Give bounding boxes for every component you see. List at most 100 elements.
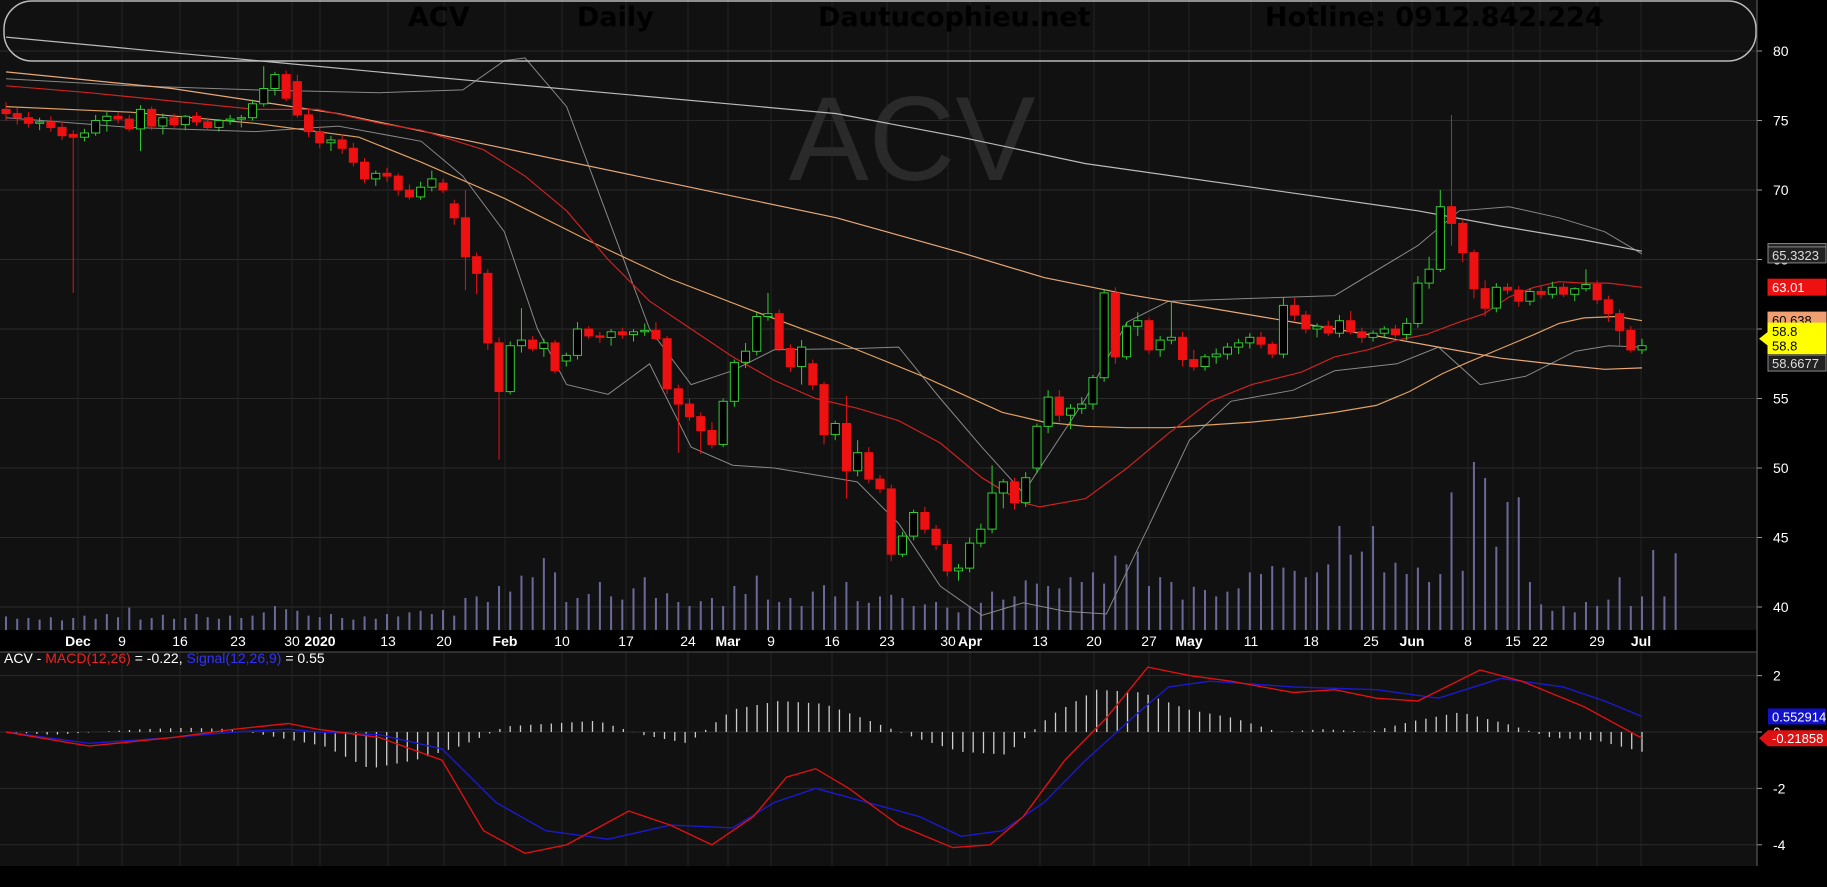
candle-body [550,342,560,372]
candle-body [1637,345,1647,351]
x-tick-label: Dec [65,633,91,649]
candle-body [1278,304,1289,355]
candle-body [528,339,538,349]
chart-window: 404550556065707580Dec916233020201320Feb1… [0,0,1827,882]
candle-body [68,133,78,138]
candle-body [841,423,852,472]
x-tick-label: Jun [1400,633,1425,649]
candle [1088,374,1098,410]
candle-body [449,203,459,219]
candle-body [404,189,414,198]
candle [1491,283,1501,313]
x-tick-label: 29 [1589,633,1605,649]
candle [752,312,762,356]
candle-body [696,416,706,432]
candle-body [46,121,56,129]
price-badge-text: 65.3323 [1772,248,1819,263]
macd-badge-text: -0.21858 [1772,731,1823,746]
candle-body [640,329,650,333]
candle-body [1256,336,1266,345]
candle-body [360,161,370,180]
price-badge-text: 58.6677 [1772,356,1819,371]
macd-legend-macd-value: = -0.22, [130,650,187,666]
candle-body [1346,320,1356,333]
candle-body [1010,481,1020,504]
candle-body [539,342,549,349]
candle-body [1469,252,1479,290]
x-tick-label: Mar [716,633,741,649]
x-tick-label: 20 [436,633,452,649]
candle-body [1144,320,1154,351]
candle-body [337,139,347,149]
candle-body [1088,377,1098,405]
candle-body [830,423,840,436]
price-chart[interactable]: 404550556065707580Dec916233020201320Feb1… [0,0,1827,882]
candle-body [1245,336,1255,344]
candle-body [1301,314,1311,330]
candle [1413,276,1423,328]
candle-body [1312,325,1322,330]
candle-body [270,74,280,89]
candle-body [1458,222,1468,254]
x-tick-label: 30 [284,633,300,649]
candle-body [1368,332,1378,338]
candle [819,381,829,445]
price-badge-text: 58.8 [1772,339,1797,354]
price-axis-label: 70 [1773,182,1789,198]
price-badge: 58.8 [1767,337,1827,355]
candle-body [505,345,515,393]
candle-body [853,452,863,472]
candle-body [248,103,258,119]
candle-body [1424,268,1434,284]
candle-body [1536,291,1546,295]
candle-body [315,131,325,144]
candle-body [864,452,874,480]
candle [897,531,908,557]
price-badge: 63.01 [1767,278,1827,296]
signal-badge: 0.552914 [1768,708,1826,725]
candle [281,70,291,102]
candle-body [1054,396,1064,416]
candle-body [23,117,33,124]
candle-body [102,115,112,122]
candle-body [662,338,672,390]
candle-body [752,316,762,352]
candle [774,309,784,352]
candle-body [393,175,403,191]
candle-body [595,335,605,338]
candle-body [584,328,594,337]
x-tick-label: 15 [1505,633,1521,649]
candle-body [1435,206,1445,270]
candle-body [1200,356,1210,367]
candle-body [774,313,784,350]
candle-body [1021,477,1031,504]
candle-body [1189,359,1199,368]
candle-body [124,118,134,130]
candle-body [113,115,123,120]
candle-body [1603,299,1613,315]
candle [1043,390,1053,434]
price-axis-label: 55 [1773,391,1789,407]
x-tick-label: 24 [680,633,696,649]
candle-body [1581,284,1591,290]
x-tick-label: Apr [958,633,983,649]
candle-body [348,147,358,163]
candle-body [382,172,392,177]
candle-body [1222,346,1233,355]
candle [1122,322,1132,360]
signal-badge-text: 0.552914 [1772,709,1826,724]
price-axis-label: 40 [1773,599,1789,615]
candle-body [931,528,941,546]
candle-body [1323,325,1333,334]
candle-body [57,126,67,137]
candle-body [1357,331,1367,338]
candle-body [214,120,224,128]
candle-body [483,272,493,344]
candle-body [1133,320,1143,327]
candle-body [617,331,627,336]
candle-body [1570,288,1580,295]
header-site: Dautucophieu.net [818,2,1091,33]
x-tick-label: 8 [1464,633,1472,649]
candle-body [472,256,482,274]
x-tick-label: 18 [1303,633,1319,649]
